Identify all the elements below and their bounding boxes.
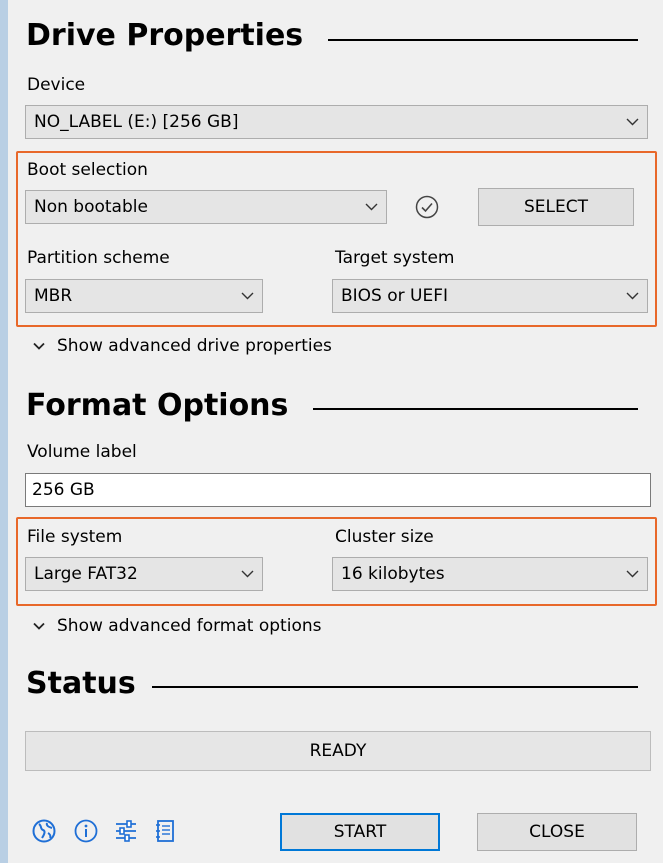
check-hash-icon[interactable]: [414, 194, 440, 220]
file-system-dropdown[interactable]: Large FAT32: [25, 557, 263, 591]
device-dropdown[interactable]: NO_LABEL (E:) [256 GB]: [25, 105, 648, 139]
start-button[interactable]: START: [280, 813, 440, 851]
chevron-down-icon: [617, 558, 647, 590]
info-icon[interactable]: [73, 818, 99, 844]
chevron-down-icon: [33, 342, 45, 350]
volume-label-input[interactable]: 256 GB: [25, 473, 651, 507]
target-system-label: Target system: [335, 248, 455, 268]
status-rule: [152, 686, 638, 688]
close-button[interactable]: CLOSE: [477, 813, 637, 851]
format-options-heading: Format Options: [26, 388, 288, 424]
device-label: Device: [27, 75, 86, 95]
show-advanced-format-toggle[interactable]: Show advanced format options: [33, 616, 321, 636]
file-system-label: File system: [27, 527, 123, 547]
file-system-value: Large FAT32: [34, 564, 138, 584]
cluster-size-value: 16 kilobytes: [341, 564, 445, 584]
partition-scheme-dropdown[interactable]: MBR: [25, 279, 263, 313]
boot-selection-value: Non bootable: [34, 197, 148, 217]
volume-label-label: Volume label: [27, 442, 137, 462]
cluster-size-label: Cluster size: [335, 527, 434, 547]
cluster-size-dropdown[interactable]: 16 kilobytes: [332, 557, 648, 591]
chevron-down-icon: [232, 280, 262, 312]
drive-properties-rule: [328, 39, 638, 41]
globe-icon[interactable]: [31, 818, 57, 844]
chevron-down-icon: [356, 191, 386, 223]
partition-scheme-value: MBR: [34, 286, 73, 306]
show-advanced-format-label: Show advanced format options: [57, 616, 322, 636]
status-title: Status: [26, 666, 136, 701]
target-system-value: BIOS or UEFI: [341, 286, 449, 306]
status-heading: Status: [26, 666, 136, 702]
partition-scheme-label: Partition scheme: [27, 248, 170, 268]
window-edge: [0, 0, 8, 863]
chevron-down-icon: [617, 106, 647, 138]
format-options-rule: [313, 408, 638, 410]
show-advanced-drive-label: Show advanced drive properties: [57, 336, 332, 356]
boot-selection-dropdown[interactable]: Non bootable: [25, 190, 387, 224]
rufus-window: Drive Properties Device NO_LABEL (E:) [2…: [0, 0, 663, 863]
status-progress-bar: READY: [25, 731, 651, 771]
show-advanced-drive-toggle[interactable]: Show advanced drive properties: [33, 336, 332, 356]
boot-selection-label: Boot selection: [27, 160, 148, 180]
chevron-down-icon: [33, 622, 45, 630]
target-system-dropdown[interactable]: BIOS or UEFI: [332, 279, 648, 313]
settings-sliders-icon[interactable]: [113, 818, 139, 844]
device-value: NO_LABEL (E:) [256 GB]: [34, 112, 239, 132]
chevron-down-icon: [617, 280, 647, 312]
select-button[interactable]: SELECT: [478, 188, 634, 226]
drive-properties-title: Drive Properties: [26, 18, 304, 53]
log-icon[interactable]: [152, 818, 178, 844]
drive-properties-heading: Drive Properties: [26, 18, 303, 54]
chevron-down-icon: [232, 558, 262, 590]
format-options-title: Format Options: [26, 388, 289, 423]
